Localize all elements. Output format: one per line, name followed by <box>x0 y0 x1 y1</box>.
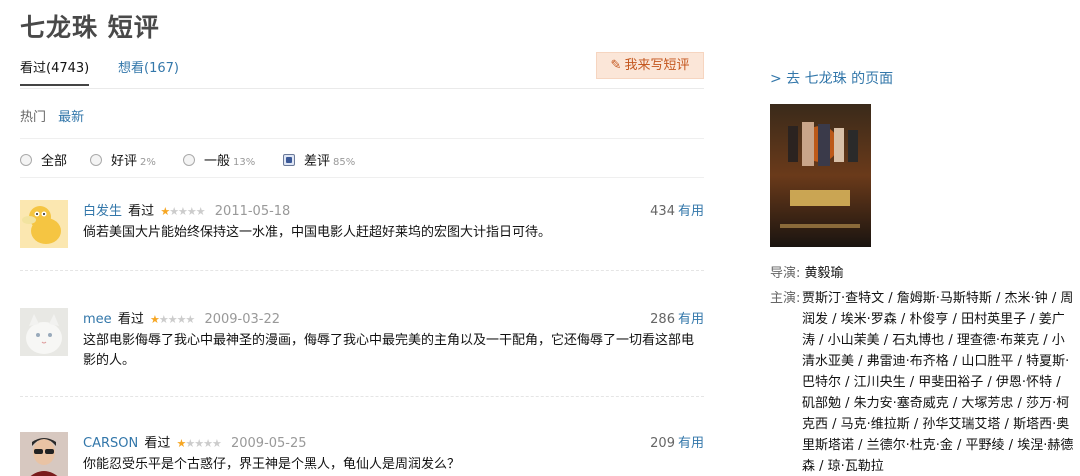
comment-votes: 286 有用 <box>650 308 704 327</box>
write-review-label: 我来写短评 <box>624 58 690 73</box>
tab-watched[interactable]: 看过(4743) <box>20 57 90 86</box>
filter-pct: 85% <box>333 157 356 168</box>
comment-meta: 白发生 看过 ★★★★★ 2011-05-18 <box>83 200 290 219</box>
pencil-icon: ✎ <box>610 58 622 73</box>
comment-item: CARSON 看过 ★★★★★ 2009-05-25 209 有用 你能忍受乐平是… <box>20 432 704 476</box>
page-title: 七龙珠 短评 <box>20 13 160 42</box>
useful-button[interactable]: 有用 <box>678 436 704 451</box>
divider <box>20 138 704 139</box>
comment-user[interactable]: mee <box>83 312 112 327</box>
radio-icon[interactable] <box>20 154 32 166</box>
filter-label: 好评 <box>111 154 138 169</box>
rating-stars-icon: ★★★★★ <box>149 313 195 326</box>
comment-meta: mee 看过 ★★★★★ 2009-03-22 <box>83 308 280 327</box>
useful-button[interactable]: 有用 <box>678 204 704 219</box>
comment-date: 2009-05-25 <box>230 436 307 451</box>
sort-hot[interactable]: 热门 <box>20 110 46 125</box>
filter-pct: 13% <box>233 157 256 168</box>
comment-votes: 434 有用 <box>650 200 704 219</box>
filter-all[interactable]: 全部 <box>20 150 67 169</box>
comment-action: 看过 <box>117 312 144 327</box>
director-row: 导演: 黄毅瑜 <box>770 263 1080 284</box>
vote-count: 434 <box>650 204 675 219</box>
divider <box>20 270 704 271</box>
comment-text: 这部电影侮辱了我心中最神圣的漫画，侮辱了我心中最完美的主角以及一干配角，它还侮辱… <box>83 333 695 368</box>
radio-icon[interactable] <box>90 154 102 166</box>
rating-stars-icon: ★★★★★ <box>160 205 205 218</box>
movie-info: 导演: 黄毅瑜 主演: 贾斯汀·查特文 / 詹姆斯·马斯特斯 / 杰米·钟 / … <box>770 263 1080 474</box>
useful-button[interactable]: 有用 <box>678 312 704 327</box>
movie-page-link[interactable]: > 去 七龙珠 的页面 <box>770 68 893 88</box>
divider <box>20 177 704 178</box>
director-label: 导演: <box>770 266 801 281</box>
comment-user[interactable]: 白发生 <box>83 204 122 219</box>
cast-list[interactable]: 贾斯汀·查特文 / 詹姆斯·马斯特斯 / 杰米·钟 / 周润发 / 埃米·罗森 … <box>802 288 1077 476</box>
rating-stars-icon: ★★★★★ <box>176 437 222 450</box>
avatar[interactable] <box>20 200 68 248</box>
filter-positive[interactable]: 好评 2% <box>90 150 156 169</box>
avatar[interactable] <box>20 432 68 476</box>
comment-meta: CARSON 看过 ★★★★★ 2009-05-25 <box>83 432 307 451</box>
radio-checked-icon[interactable] <box>283 154 295 166</box>
comment-date: 2011-05-18 <box>214 204 291 219</box>
vote-count: 209 <box>650 436 675 451</box>
filter-label: 全部 <box>41 154 68 169</box>
comment-text: 你能忍受乐平是个古惑仔，界王神是个黑人，龟仙人是周润发么？ <box>83 457 461 472</box>
filter-neutral[interactable]: 一般 13% <box>183 150 255 169</box>
comment-item: mee 看过 ★★★★★ 2009-03-22 286 有用 这部电影侮辱了我心中… <box>20 308 704 378</box>
comment-date: 2009-03-22 <box>204 312 280 327</box>
filter-negative[interactable]: 差评 85% <box>283 150 355 169</box>
radio-icon[interactable] <box>183 154 195 166</box>
comment-item: 白发生 看过 ★★★★★ 2011-05-18 434 有用 倘若美国大片能始终保… <box>20 200 704 260</box>
cast-label: 主演: <box>770 291 801 306</box>
cast-row: 主演: 贾斯汀·查特文 / 詹姆斯·马斯特斯 / 杰米·钟 / 周润发 / 埃米… <box>770 288 1080 474</box>
comment-action: 看过 <box>128 204 155 219</box>
write-review-button[interactable]: ✎ 我来写短评 <box>596 52 704 79</box>
avatar[interactable] <box>20 308 68 356</box>
comment-user[interactable]: CARSON <box>83 436 138 451</box>
filter-label: 差评 <box>304 154 331 169</box>
tab-wish[interactable]: 想看(167) <box>118 57 179 76</box>
director-name[interactable]: 黄毅瑜 <box>805 266 844 281</box>
movie-poster[interactable] <box>770 104 871 247</box>
sort-bar: 热门 最新 <box>20 106 84 125</box>
filter-pct: 2% <box>140 157 156 168</box>
filter-label: 一般 <box>204 154 231 169</box>
comment-action: 看过 <box>144 436 171 451</box>
vote-count: 286 <box>650 312 675 327</box>
divider <box>20 396 704 397</box>
sort-new[interactable]: 最新 <box>58 110 84 125</box>
comment-text: 倘若美国大片能始终保持这一水准，中国电影人赶超好莱坞的宏图大计指日可待。 <box>83 225 552 240</box>
comment-votes: 209 有用 <box>650 432 704 451</box>
